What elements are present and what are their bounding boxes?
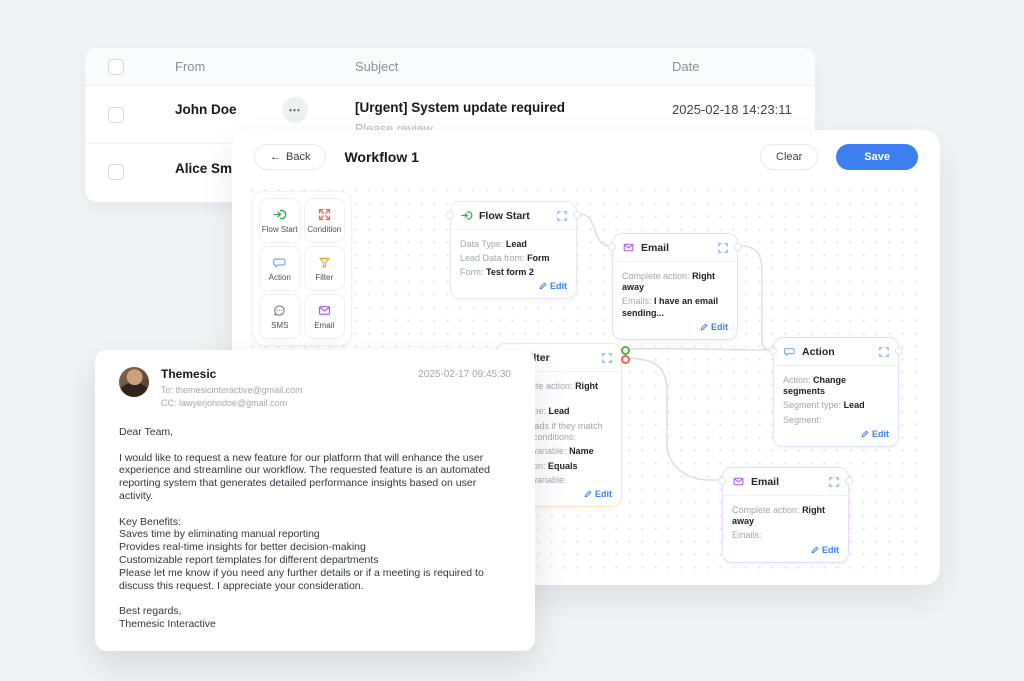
inbox-header-row: From Subject Date: [85, 48, 815, 86]
row-checkbox[interactable]: [108, 107, 124, 123]
pencil-icon: [539, 282, 547, 290]
port[interactable]: [769, 347, 777, 355]
port-false[interactable]: [621, 355, 630, 364]
mail-cc-address: CC: lawyerjohndoe@gmail.com: [161, 397, 303, 410]
mail-to-address: To: themesicinteractive@gmail.com: [161, 384, 303, 397]
column-subject: Subject: [355, 59, 398, 74]
edit-button[interactable]: Edit: [622, 322, 728, 332]
expand-icon[interactable]: [829, 477, 839, 487]
node-title: Flow Start: [479, 210, 551, 222]
sender-name: Alice Sm: [175, 161, 232, 176]
pencil-icon: [861, 430, 869, 438]
pencil-icon: [811, 546, 819, 554]
node-field: Action: Change segments: [783, 375, 889, 398]
palette-item-condition[interactable]: Condition: [304, 198, 346, 243]
node-field: Form: Test form 2: [460, 267, 567, 279]
connection-line: [741, 246, 770, 350]
flow-start-icon: [272, 207, 287, 222]
edit-button[interactable]: Edit: [460, 281, 567, 291]
node-field: Data Type: Lead: [460, 239, 567, 251]
expand-icon[interactable]: [718, 243, 728, 253]
avatar: [119, 367, 149, 397]
port-true[interactable]: [621, 346, 630, 355]
expand-icon[interactable]: [557, 211, 567, 221]
node-title: Email: [751, 476, 823, 488]
pencil-icon: [584, 490, 592, 498]
save-button[interactable]: Save: [836, 144, 918, 170]
palette-item-email[interactable]: Email: [304, 294, 346, 339]
node-flow-start[interactable]: Flow Start Data Type: Lead Lead Data fro…: [450, 201, 577, 299]
flow-start-icon: [460, 209, 473, 222]
back-arrow-icon: ←: [270, 151, 281, 163]
column-date: Date: [672, 59, 699, 74]
connection-line: [580, 214, 609, 246]
action-icon: [272, 255, 287, 270]
sms-icon: [272, 303, 287, 318]
email-icon: [622, 241, 635, 254]
clear-button[interactable]: Clear: [760, 144, 818, 170]
edit-button[interactable]: Edit: [783, 429, 889, 439]
node-field: Emails: I have an email sending...: [622, 296, 728, 319]
email-preview-card: Themesic To: themesicinteractive@gmail.c…: [95, 350, 535, 651]
back-button[interactable]: ← Back: [254, 144, 326, 170]
workflow-title: Workflow 1: [344, 149, 418, 165]
select-all-checkbox[interactable]: [108, 59, 124, 75]
port[interactable]: [608, 243, 616, 251]
node-action[interactable]: Action Action: Change segments Segment t…: [773, 337, 899, 447]
filter-icon: [317, 255, 332, 270]
node-title: Action: [802, 346, 873, 358]
pencil-icon: [700, 323, 708, 331]
email-icon: [732, 475, 745, 488]
node-field: Complete action: Right away: [732, 505, 839, 528]
expand-icon[interactable]: [602, 353, 612, 363]
desktop-stage: From Subject Date John Doe ⋯ [Urgent] Sy…: [0, 0, 1024, 681]
port[interactable]: [845, 477, 853, 485]
action-icon: [783, 345, 796, 358]
condition-icon: [317, 207, 332, 222]
port[interactable]: [734, 243, 742, 251]
edit-button[interactable]: Edit: [732, 545, 839, 555]
connection-line: [625, 358, 719, 480]
port[interactable]: [718, 477, 726, 485]
port[interactable]: [895, 347, 903, 355]
mail-timestamp: 2025-02-17 09:45:30: [418, 367, 511, 380]
node-palette: Flow Start Condition Action Filter SMS: [252, 191, 352, 346]
node-email[interactable]: Email Complete action: Right away Emails…: [612, 233, 738, 340]
mail-sender-name: Themesic: [161, 367, 303, 381]
node-field: Lead Data from: Form: [460, 253, 567, 265]
email-icon: [317, 303, 332, 318]
palette-item-flow-start[interactable]: Flow Start: [259, 198, 301, 243]
row-menu-button[interactable]: ⋯: [282, 97, 308, 123]
node-field: Emails:: [732, 530, 839, 542]
expand-icon[interactable]: [879, 347, 889, 357]
node-email[interactable]: Email Complete action: Right away Emails…: [722, 467, 849, 563]
palette-item-action[interactable]: Action: [259, 246, 301, 291]
email-date: 2025-02-18 14:23:11: [672, 102, 792, 117]
email-subject: [Urgent] System update required: [355, 100, 565, 115]
node-field: Segment:: [783, 415, 889, 427]
palette-item-filter[interactable]: Filter: [304, 246, 346, 291]
connection-line: [625, 349, 767, 350]
workflow-header: ← Back Workflow 1 Clear Save: [232, 130, 940, 184]
node-title: Email: [641, 242, 712, 254]
row-checkbox[interactable]: [108, 164, 124, 180]
node-field: Complete action: Right away: [622, 271, 728, 294]
port[interactable]: [573, 211, 581, 219]
node-field: Segment type: Lead: [783, 400, 889, 412]
palette-item-sms[interactable]: SMS: [259, 294, 301, 339]
column-from: From: [175, 59, 205, 74]
mail-body: Dear Team, I would like to request a new…: [119, 426, 511, 631]
port[interactable]: [446, 211, 454, 219]
sender-name: John Doe: [175, 102, 237, 117]
